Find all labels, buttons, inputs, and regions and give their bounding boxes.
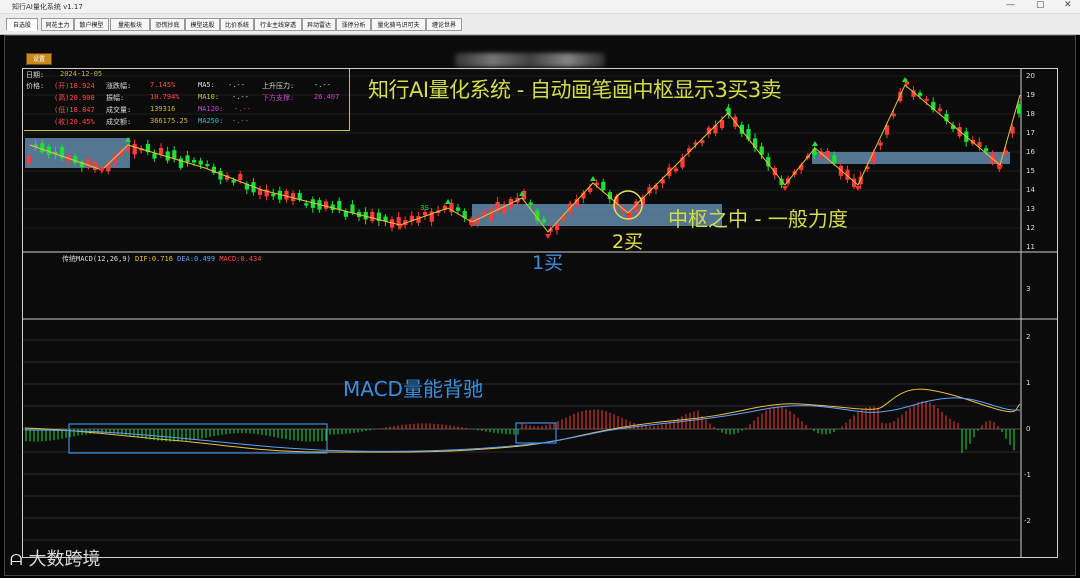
- mid-tick: 3: [1026, 285, 1031, 293]
- price-tick: 19: [1026, 91, 1035, 99]
- macd-name: 传统MACD(12,26,9): [62, 255, 131, 263]
- ma5-value: -.--: [228, 81, 245, 89]
- price-tick: 18: [1026, 110, 1035, 118]
- vol-value: 139316: [150, 105, 176, 113]
- resist-label: 上升压力:: [262, 82, 295, 90]
- price-tick: 11: [1026, 243, 1035, 251]
- buy2-annotation: 2买: [612, 231, 644, 253]
- macd-legend: 传统MACD(12,26,9) DIF:0.716 DEA:0.499 MACD…: [62, 254, 261, 264]
- macd-tick: 0: [1026, 425, 1031, 433]
- price-tick: 12: [1026, 224, 1035, 232]
- watermark-logo-icon: ᗩ: [10, 551, 23, 569]
- macd-tick: -2: [1024, 517, 1031, 525]
- info-panel: 日期: 2024-12-05 价格: (开)18.924 (高)20.908 (…: [24, 69, 350, 131]
- watermark-text: 大数跨境: [28, 549, 101, 570]
- low-value: (低)18.847: [54, 106, 95, 114]
- date-value: 2024-12-05: [60, 70, 103, 78]
- macd-tick: -1: [1024, 471, 1031, 479]
- price-tick: 17: [1026, 129, 1035, 137]
- amp-value: 10.794%: [150, 93, 180, 101]
- macd-tick: 2: [1026, 333, 1031, 341]
- support-label: 下方支撑:: [262, 94, 295, 102]
- dea-value: DEA:0.499: [177, 255, 216, 263]
- dif-value: DIF:0.716: [135, 255, 173, 263]
- buy1-annotation: 1买: [532, 252, 564, 274]
- price-tick: 14: [1026, 186, 1035, 194]
- amt-label: 成交额:: [106, 118, 132, 126]
- high-value: (高)20.908: [54, 94, 95, 102]
- vol-label: 成交量:: [106, 106, 132, 114]
- ma5-label: MA5:: [198, 81, 215, 89]
- price-tick: 16: [1026, 148, 1035, 156]
- ma250-label: MA250:: [198, 117, 224, 125]
- price-label: 价格:: [26, 82, 45, 90]
- watermark: ᗩ 大数跨境: [10, 545, 100, 571]
- open-value: (开)18.924: [54, 82, 95, 90]
- support-value: 26.407: [314, 93, 340, 101]
- date-label: 日期:: [26, 71, 45, 79]
- price-tick: 13: [1026, 205, 1035, 213]
- close-value: (收)20.45%: [54, 118, 95, 126]
- zhongshu-annotation: 中枢之中 - 一般力度: [668, 207, 848, 231]
- third-buy-label: 3S: [420, 204, 429, 212]
- macd-tick: 1: [1026, 379, 1031, 387]
- macd-divergence-annotation: MACD量能背驰: [343, 377, 483, 401]
- ma250-value: -.--: [232, 117, 249, 125]
- price-tick: 20: [1026, 72, 1035, 80]
- ma120-label: MA120:: [198, 105, 224, 113]
- ma120-value: -.--: [234, 105, 251, 113]
- macd-value: MACD:0.434: [219, 255, 262, 263]
- chg-value: 7.145%: [150, 81, 176, 89]
- ma10-value: -.--: [232, 93, 249, 101]
- ma10-label: MA10:: [198, 93, 220, 101]
- amp-label: 振幅:: [106, 94, 125, 102]
- chart-title: 知行AI量化系统 - 自动画笔画中枢显示3买3卖: [368, 78, 782, 102]
- chg-label: 涨跌幅:: [106, 82, 132, 90]
- price-tick: 15: [1026, 167, 1035, 175]
- chart-frame: [22, 68, 1058, 558]
- resist-value: -.--: [314, 81, 331, 89]
- amt-value: 366175.25: [150, 117, 188, 125]
